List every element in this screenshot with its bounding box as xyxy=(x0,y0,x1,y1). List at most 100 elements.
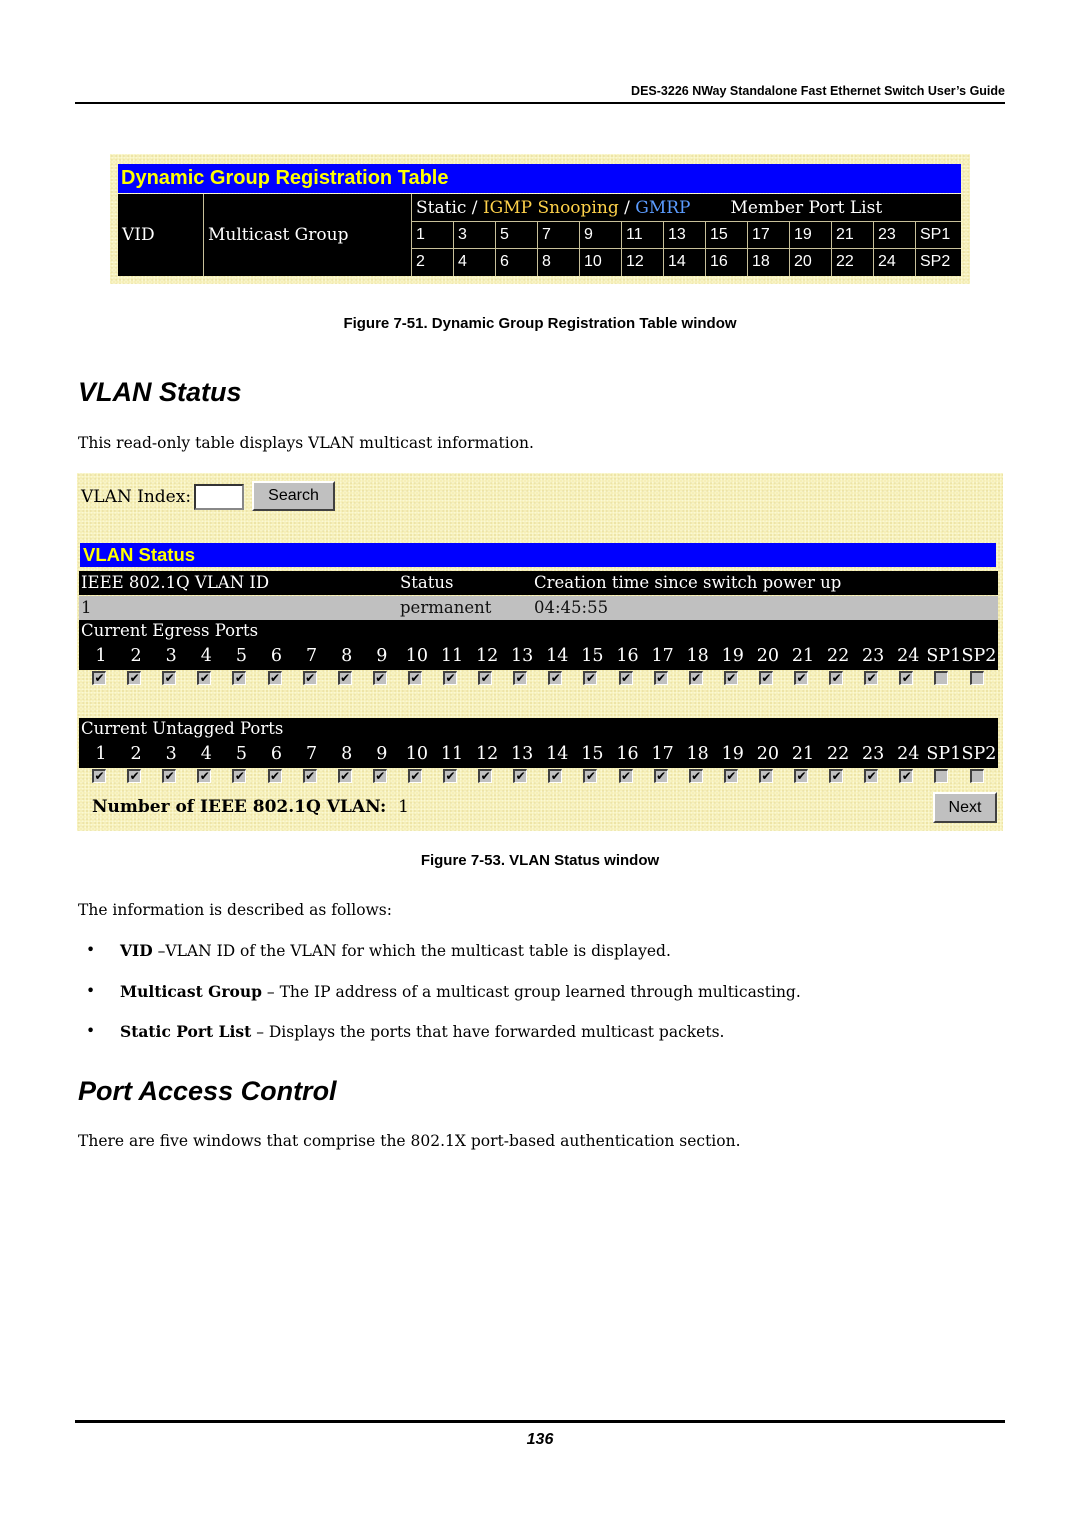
port-label: SP2 xyxy=(961,646,997,666)
port-checkbox-checked[interactable]: ✔ xyxy=(197,769,212,783)
dgrt-table: VID Multicast Group Static / IGMP Snoopi… xyxy=(118,194,961,276)
port-checkbox-checked[interactable]: ✔ xyxy=(513,671,528,685)
port-checkbox-checked[interactable]: ✔ xyxy=(618,769,633,783)
port-label: 18 xyxy=(686,744,709,764)
port-checkbox-checked[interactable]: ✔ xyxy=(899,671,914,685)
port-checkbox-checked[interactable]: ✔ xyxy=(688,671,703,685)
port-cell: 4 xyxy=(454,249,496,276)
port-label: SP1 xyxy=(926,744,962,764)
port-label: 1 xyxy=(95,744,107,764)
port-checkbox-unchecked[interactable] xyxy=(934,769,949,783)
port-checkbox-checked[interactable]: ✔ xyxy=(337,671,352,685)
footer-rule xyxy=(75,1420,1005,1423)
port-checkbox-checked[interactable]: ✔ xyxy=(372,671,387,685)
port-cell: 13 xyxy=(664,222,706,248)
port-label: 4 xyxy=(200,646,212,666)
port-checkbox-checked[interactable]: ✔ xyxy=(232,671,247,685)
port-checkbox-checked[interactable]: ✔ xyxy=(478,769,493,783)
port-checkbox-checked[interactable]: ✔ xyxy=(337,769,352,783)
port-checkbox-checked[interactable]: ✔ xyxy=(758,671,773,685)
vlan-count-label: Number of IEEE 802.1Q VLAN: xyxy=(92,797,387,817)
port-label: 10 xyxy=(405,646,429,666)
port-cell: 11 xyxy=(622,222,664,248)
port-label: 5 xyxy=(235,744,247,764)
port-checkbox-checked[interactable]: ✔ xyxy=(478,671,493,685)
port-access-intro: There are five windows that comprise the… xyxy=(78,1132,741,1150)
port-checkbox-checked[interactable]: ✔ xyxy=(407,671,422,685)
vlan-index-label: VLAN Index: xyxy=(81,487,192,507)
section-title-vlan-status: VLAN Status xyxy=(78,377,242,407)
port-checkbox-checked[interactable]: ✔ xyxy=(302,671,317,685)
port-checkbox-checked[interactable]: ✔ xyxy=(583,769,598,783)
port-label: 8 xyxy=(341,744,353,764)
port-cell: 20 xyxy=(790,249,832,276)
port-checkbox-checked[interactable]: ✔ xyxy=(407,769,422,783)
port-checkbox-checked[interactable]: ✔ xyxy=(267,671,282,685)
port-checkbox-checked[interactable]: ✔ xyxy=(723,671,738,685)
figure-vlan-status-window: VLAN Index: Search VLAN Status IEEE 802.… xyxy=(77,473,1003,831)
port-cell: 15 xyxy=(706,222,748,248)
port-checkbox-checked[interactable]: ✔ xyxy=(758,769,773,783)
port-cell: 24 xyxy=(874,249,916,276)
port-checkbox-unchecked[interactable] xyxy=(969,671,984,685)
port-cell: 19 xyxy=(790,222,832,248)
port-label: 1 xyxy=(95,646,107,666)
port-checkbox-checked[interactable]: ✔ xyxy=(162,769,177,783)
port-checkbox-checked[interactable]: ✔ xyxy=(829,671,844,685)
port-cell: 10 xyxy=(580,249,622,276)
port-checkbox-checked[interactable]: ✔ xyxy=(127,769,142,783)
port-checkbox-checked[interactable]: ✔ xyxy=(197,671,212,685)
col-header-status: Status xyxy=(400,573,454,592)
port-checkbox-checked[interactable]: ✔ xyxy=(548,671,563,685)
port-checkbox-checked[interactable]: ✔ xyxy=(864,769,879,783)
port-checkbox-checked[interactable]: ✔ xyxy=(794,769,808,783)
port-checkbox-checked[interactable]: ✔ xyxy=(688,769,703,783)
port-checkbox-checked[interactable]: ✔ xyxy=(653,769,668,783)
port-checkbox-checked[interactable]: ✔ xyxy=(829,769,844,783)
port-checkbox-checked[interactable]: ✔ xyxy=(443,769,457,783)
port-checkbox-checked[interactable]: ✔ xyxy=(372,769,387,783)
egress-port-labels: 1 2 3 4 5 6 7 8 9 10 11 12 13 14 15 16 17 18 19 20 21 22 23 24 S… xyxy=(79,646,998,670)
port-checkbox-checked[interactable]: ✔ xyxy=(92,671,106,685)
port-checkbox-unchecked[interactable] xyxy=(969,769,984,783)
running-header: DES-3226 NWay Standalone Fast Ethernet S… xyxy=(631,84,1005,98)
vlan-index-input[interactable] xyxy=(194,484,244,510)
port-checkbox-checked[interactable]: ✔ xyxy=(723,769,738,783)
port-label: 22 xyxy=(826,744,850,764)
port-checkbox-checked[interactable]: ✔ xyxy=(127,671,142,685)
search-button[interactable]: Search xyxy=(252,481,335,511)
col-header-vid: VID xyxy=(118,194,204,276)
port-checkbox-checked[interactable]: ✔ xyxy=(162,671,177,685)
port-checkbox-checked[interactable]: ✔ xyxy=(267,769,282,783)
next-button[interactable]: Next xyxy=(933,792,997,823)
port-checkbox-checked[interactable]: ✔ xyxy=(443,671,457,685)
port-checkbox-checked[interactable]: ✔ xyxy=(583,671,598,685)
port-checkbox-checked[interactable]: ✔ xyxy=(794,671,808,685)
port-checkbox-checked[interactable]: ✔ xyxy=(302,769,317,783)
port-checkbox-checked[interactable]: ✔ xyxy=(548,769,563,783)
table-row: 1 permanent 04:45:55 xyxy=(79,596,998,620)
port-label: 6 xyxy=(270,646,283,666)
port-label: 6 xyxy=(270,744,283,764)
port-checkbox-checked[interactable]: ✔ xyxy=(92,769,106,783)
port-checkbox-checked[interactable]: ✔ xyxy=(232,769,247,783)
port-label: 23 xyxy=(862,744,885,764)
port-label: 17 xyxy=(651,744,674,764)
port-cell: 5 xyxy=(496,222,538,248)
col-header-port-list: Static / IGMP Snooping / GMRP Member Port… xyxy=(412,194,961,222)
port-checkbox-checked[interactable]: ✔ xyxy=(653,671,668,685)
port-cell: 2 xyxy=(412,249,454,276)
panel-title: VLAN Status xyxy=(80,543,996,567)
port-checkbox-checked[interactable]: ✔ xyxy=(513,769,528,783)
port-cell: 17 xyxy=(748,222,790,248)
port-label: 17 xyxy=(651,646,674,666)
port-checkbox-checked[interactable]: ✔ xyxy=(618,671,633,685)
col-header-multicast-group: Multicast Group xyxy=(204,194,412,276)
vlan-table-header: IEEE 802.1Q VLAN ID Status Creation time… xyxy=(79,571,998,595)
port-checkbox-checked[interactable]: ✔ xyxy=(864,671,879,685)
term: Multicast Group xyxy=(120,982,262,1001)
port-label: 12 xyxy=(475,744,499,764)
port-checkbox-checked[interactable]: ✔ xyxy=(899,769,914,783)
description-item-static-port-list: Static Port List – Displays the ports th… xyxy=(120,1022,724,1041)
port-checkbox-unchecked[interactable] xyxy=(934,671,949,685)
